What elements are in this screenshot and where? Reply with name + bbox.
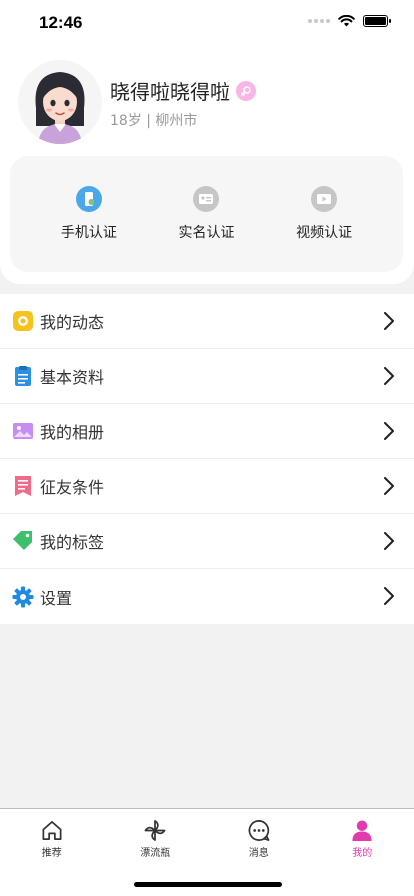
tab-recommend[interactable]: 推荐 — [0, 809, 104, 859]
chevron-right-icon — [384, 367, 394, 385]
menu-item-settings[interactable]: 设置 — [0, 569, 414, 624]
menu-label: 征友条件 — [40, 478, 105, 497]
menu-label: 我的动态 — [40, 313, 105, 332]
menu-item-basic-info[interactable]: 基本资料 — [0, 349, 414, 404]
avatar-illustration — [35, 72, 85, 144]
realname-verification[interactable]: 实名认证 — [161, 186, 251, 242]
menu-label: 设置 — [40, 588, 73, 608]
status-time: 12:46 — [39, 13, 83, 32]
home-icon — [42, 821, 62, 840]
username: 晓得啦晓得啦 — [110, 76, 256, 105]
user-meta: 18岁 | 柳州市 — [110, 113, 198, 129]
phone-verification[interactable]: 手机认证 — [44, 186, 134, 242]
status-bar: 12:46 — [0, 0, 414, 46]
moments-icon — [12, 310, 34, 332]
menu-label: 基本资料 — [40, 368, 105, 387]
tab-drift-bottle[interactable]: 漂流瓶 — [104, 809, 208, 859]
pinwheel-icon — [144, 820, 166, 841]
tab-mine[interactable]: 我的 — [311, 809, 414, 859]
tab-label: 推荐 — [41, 848, 62, 859]
username-text: 晓得啦晓得啦 — [110, 80, 230, 104]
video-verify-icon — [311, 186, 338, 212]
female-icon — [236, 80, 256, 101]
home-indicator[interactable] — [134, 882, 282, 887]
phone-verification-label: 手机认证 — [60, 225, 117, 241]
gear-icon — [12, 586, 34, 608]
chevron-right-icon — [384, 477, 394, 495]
wifi-icon — [338, 15, 355, 27]
phone-verify-icon — [75, 186, 102, 212]
profile-menu: 我的动态 基本资料 我的相册 征友条件 我的标签 设置 — [0, 294, 414, 624]
verification-panel: 手机认证 实名认证 视频认证 — [10, 156, 403, 272]
battery-icon — [363, 15, 391, 27]
clipboard-icon — [12, 365, 34, 387]
tab-messages[interactable]: 消息 — [207, 809, 311, 859]
video-verification-label: 视频认证 — [296, 225, 353, 241]
chevron-right-icon — [384, 532, 394, 550]
realname-verification-label: 实名认证 — [178, 225, 235, 241]
chat-icon — [248, 820, 270, 841]
avatar[interactable] — [18, 60, 102, 144]
menu-item-album[interactable]: 我的相册 — [0, 404, 414, 459]
menu-label: 我的相册 — [40, 423, 105, 442]
menu-label: 我的标签 — [40, 533, 105, 552]
tab-label: 我的 — [352, 848, 373, 859]
list-bookmark-icon — [12, 475, 34, 497]
chevron-right-icon — [384, 422, 394, 440]
tab-label: 消息 — [248, 848, 269, 859]
signal-icon — [308, 19, 330, 23]
tag-icon — [12, 530, 34, 552]
menu-item-friend-criteria[interactable]: 征友条件 — [0, 459, 414, 514]
chevron-right-icon — [384, 312, 394, 330]
tab-bar: 推荐 漂流瓶 消息 我的 — [0, 808, 414, 896]
profile-card: 晓得啦晓得啦 18岁 | 柳州市 手机认证 实名认证 视频认证 — [0, 46, 414, 284]
video-verification[interactable]: 视频认证 — [279, 186, 369, 242]
user-icon — [352, 820, 372, 842]
album-icon — [12, 420, 34, 442]
tab-label: 漂流瓶 — [140, 848, 171, 859]
status-indicators — [308, 15, 391, 27]
menu-item-tags[interactable]: 我的标签 — [0, 514, 414, 569]
chevron-right-icon — [384, 587, 394, 605]
id-card-icon — [193, 186, 220, 212]
menu-item-moments[interactable]: 我的动态 — [0, 294, 414, 349]
